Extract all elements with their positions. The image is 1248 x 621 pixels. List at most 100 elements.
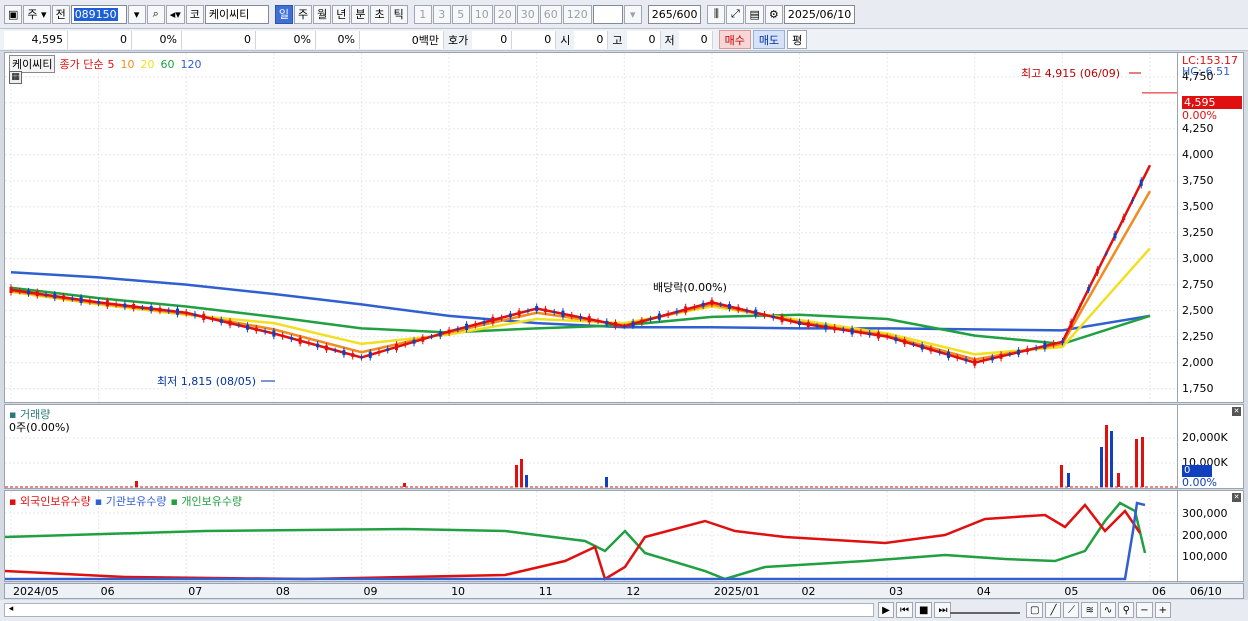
candle-body bbox=[237, 325, 241, 327]
volume-yaxis: ✕ 20,000K 10,000K 0 0.00% bbox=[1178, 404, 1244, 489]
eval-button[interactable]: 평 bbox=[787, 30, 808, 49]
candle-body bbox=[35, 291, 39, 297]
code-dropdown-icon[interactable]: ▾ bbox=[127, 4, 146, 24]
draw-tools: ▢ ╱ ⟋ ≋ ∿ ⚲ − + bbox=[1026, 602, 1172, 618]
zoom-out-icon[interactable]: − bbox=[1136, 602, 1153, 618]
candle-body bbox=[552, 311, 556, 313]
holding-close-icon[interactable]: ✕ bbox=[1232, 493, 1241, 502]
candle-body bbox=[359, 356, 363, 359]
speaker-icon[interactable]: ◂▾ bbox=[165, 4, 185, 24]
stock-name-field[interactable]: 케이씨티 bbox=[204, 4, 269, 24]
buy-button[interactable]: 매수 bbox=[718, 30, 751, 49]
volume-bar bbox=[515, 465, 518, 487]
candle-body bbox=[1060, 340, 1064, 344]
volume-bar bbox=[1110, 431, 1113, 487]
candle-type-icon[interactable]: ⫼ bbox=[707, 4, 726, 24]
search-icon[interactable]: ⌕ bbox=[146, 4, 165, 24]
interval-button-5[interactable]: 5 bbox=[451, 4, 470, 24]
kospi-button[interactable]: 코 bbox=[185, 4, 204, 24]
period-tab-2[interactable]: 월 bbox=[313, 4, 332, 24]
stock-code-value: 089150 bbox=[73, 7, 118, 21]
hold-tick-200k: 200,000 bbox=[1182, 529, 1228, 542]
period-tab-0[interactable]: 일 bbox=[274, 4, 293, 24]
current-pct: 0.00% bbox=[1182, 109, 1217, 122]
gear-icon[interactable]: ⚙ bbox=[764, 4, 783, 24]
candle-body bbox=[324, 345, 328, 351]
period-tab-5[interactable]: 초 bbox=[370, 4, 389, 24]
candle-body bbox=[246, 324, 250, 330]
chart-scrollbar[interactable]: ◂ bbox=[4, 603, 874, 617]
price-tick: 2,250 bbox=[1182, 329, 1214, 343]
price-panel[interactable]: 최고 4,915 (06/09) 최저 1,815 (08/05) 배당락(0.00… bbox=[4, 52, 1178, 403]
candle-body bbox=[88, 299, 92, 303]
candle-body bbox=[403, 343, 407, 346]
candle-body bbox=[79, 296, 83, 303]
save-icon[interactable]: ▤ bbox=[745, 4, 764, 24]
interval-dropdown-icon[interactable]: ▾ bbox=[623, 4, 642, 24]
x-label-8: 2025/01 bbox=[713, 585, 760, 598]
candle-body bbox=[631, 321, 635, 327]
line-tool-icon[interactable]: ╱ bbox=[1045, 602, 1062, 618]
window-icon[interactable]: ▣ bbox=[4, 4, 23, 24]
volume-close-icon[interactable]: ✕ bbox=[1232, 407, 1241, 416]
zoom-slider[interactable] bbox=[950, 604, 1020, 614]
candle-body bbox=[745, 310, 749, 312]
period-tab-4[interactable]: 분 bbox=[351, 4, 370, 24]
open-value: 0 bbox=[574, 30, 609, 49]
candle-body bbox=[184, 311, 188, 314]
rewind-icon[interactable]: ⏮ bbox=[896, 602, 913, 618]
candle-body bbox=[123, 303, 127, 308]
period-tab-3[interactable]: 년 bbox=[332, 4, 351, 24]
interval-custom-input[interactable] bbox=[592, 4, 623, 24]
price-tick: 2,750 bbox=[1182, 277, 1214, 291]
holding-panel[interactable]: ▪ 외국인보유수량 ▪ 기관보유수량 ▪ 개인보유수량 bbox=[4, 490, 1178, 582]
candle-body bbox=[841, 329, 845, 331]
candle-body bbox=[70, 297, 74, 300]
stock-code-input[interactable]: 089150 bbox=[70, 4, 127, 24]
dividend-annotation: 배당락(0.00%) bbox=[653, 281, 727, 294]
scroll-left-icon[interactable]: ◂ bbox=[5, 604, 17, 616]
candle-body bbox=[438, 331, 442, 337]
candle-body bbox=[430, 336, 434, 338]
rect-tool-icon[interactable]: ▢ bbox=[1026, 602, 1044, 618]
ma-legend-10: 10 bbox=[120, 57, 135, 71]
ma-legend-periods: 5 10 20 60 120 bbox=[107, 58, 201, 71]
draw-tool-icon[interactable]: ⤢ bbox=[726, 4, 745, 24]
candle-body bbox=[990, 356, 994, 361]
stop-icon[interactable]: ■ bbox=[915, 602, 933, 618]
high-annotation: 최고 4,915 (06/09) bbox=[1021, 67, 1120, 80]
trend-tool-icon[interactable]: ⟋ bbox=[1063, 602, 1080, 618]
count-field[interactable]: 265/600 bbox=[647, 4, 702, 24]
interval-button-3[interactable]: 3 bbox=[432, 4, 451, 24]
interval-button-1[interactable]: 1 bbox=[413, 4, 432, 24]
volume-panel[interactable]: ▪ 거래량 0주(0.00%) bbox=[4, 404, 1178, 489]
table-icon[interactable]: ▦ bbox=[9, 71, 22, 84]
candle-body bbox=[377, 350, 381, 354]
interval-button-120[interactable]: 120 bbox=[562, 4, 592, 24]
interval-button-30[interactable]: 30 bbox=[516, 4, 539, 24]
candle-body bbox=[561, 310, 565, 317]
candle-body bbox=[491, 316, 495, 324]
period-tab-1[interactable]: 주 bbox=[293, 4, 313, 24]
interval-button-60[interactable]: 60 bbox=[539, 4, 562, 24]
zoom-in-icon[interactable]: + bbox=[1154, 602, 1172, 618]
candle-body bbox=[771, 315, 775, 319]
x-label-10: 03 bbox=[889, 585, 904, 598]
date-field[interactable]: 2025/06/10 bbox=[783, 4, 856, 24]
period-tab-6[interactable]: 틱 bbox=[389, 4, 408, 24]
fib-tool-icon[interactable]: ≋ bbox=[1081, 602, 1098, 618]
forward-icon[interactable]: ⏭ bbox=[934, 602, 952, 618]
prev-button[interactable]: 전 bbox=[51, 4, 70, 24]
candle-body bbox=[473, 323, 477, 326]
zoom-icon[interactable]: ⚲ bbox=[1118, 602, 1135, 618]
playback-controls: ▶ ⏮ ■ ⏭ bbox=[878, 602, 952, 618]
wave-tool-icon[interactable]: ∿ bbox=[1099, 602, 1117, 618]
interval-button-20[interactable]: 20 bbox=[493, 4, 516, 24]
price-yaxis: LC:153.17 HC:-6.51 4,750 4,250 4,000 3,750 3… bbox=[1178, 52, 1244, 403]
x-label-12: 05 bbox=[1064, 585, 1079, 598]
candle-body bbox=[754, 309, 758, 316]
sell-button[interactable]: 매도 bbox=[752, 30, 786, 49]
market-type-select[interactable]: 주 ▾ bbox=[23, 4, 51, 24]
interval-button-10[interactable]: 10 bbox=[470, 4, 493, 24]
play-icon[interactable]: ▶ bbox=[878, 602, 894, 618]
